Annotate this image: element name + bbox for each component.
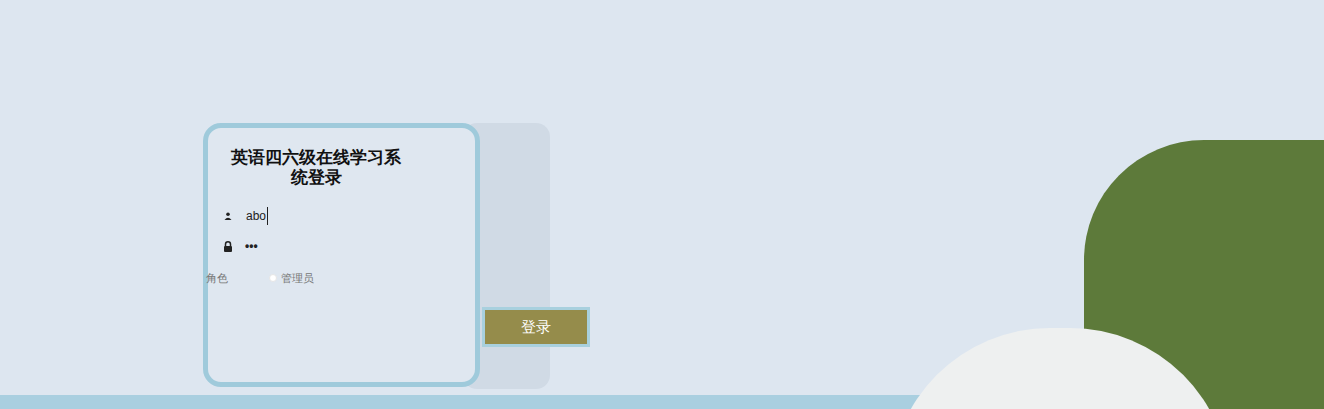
username-value[interactable]: abo (246, 207, 268, 225)
role-label: 角色 (206, 270, 269, 287)
user-icon (224, 212, 232, 220)
role-row: 角色管理员 (206, 269, 475, 287)
login-button[interactable]: 登录 (482, 307, 590, 347)
login-card: 英语四六级在线学习系统登录 abo ••• 角色管理员 (203, 123, 480, 387)
login-panel: 英语四六级在线学习系统登录abo•••角色管理员登录 (203, 123, 550, 389)
username-field[interactable]: abo (224, 206, 475, 226)
role-radio[interactable] (269, 274, 277, 282)
role-option-label: 管理员 (281, 270, 314, 287)
lock-icon (223, 241, 233, 252)
role-option[interactable]: 管理员 (269, 270, 314, 287)
password-value[interactable]: ••• (245, 237, 258, 255)
password-field[interactable]: ••• (223, 236, 475, 256)
login-page: 英语四六级在线学习系统登录 abo ••• 角色管理员登录 (0, 0, 1324, 409)
login-title: 英语四六级在线学习系统登录 (227, 148, 405, 188)
